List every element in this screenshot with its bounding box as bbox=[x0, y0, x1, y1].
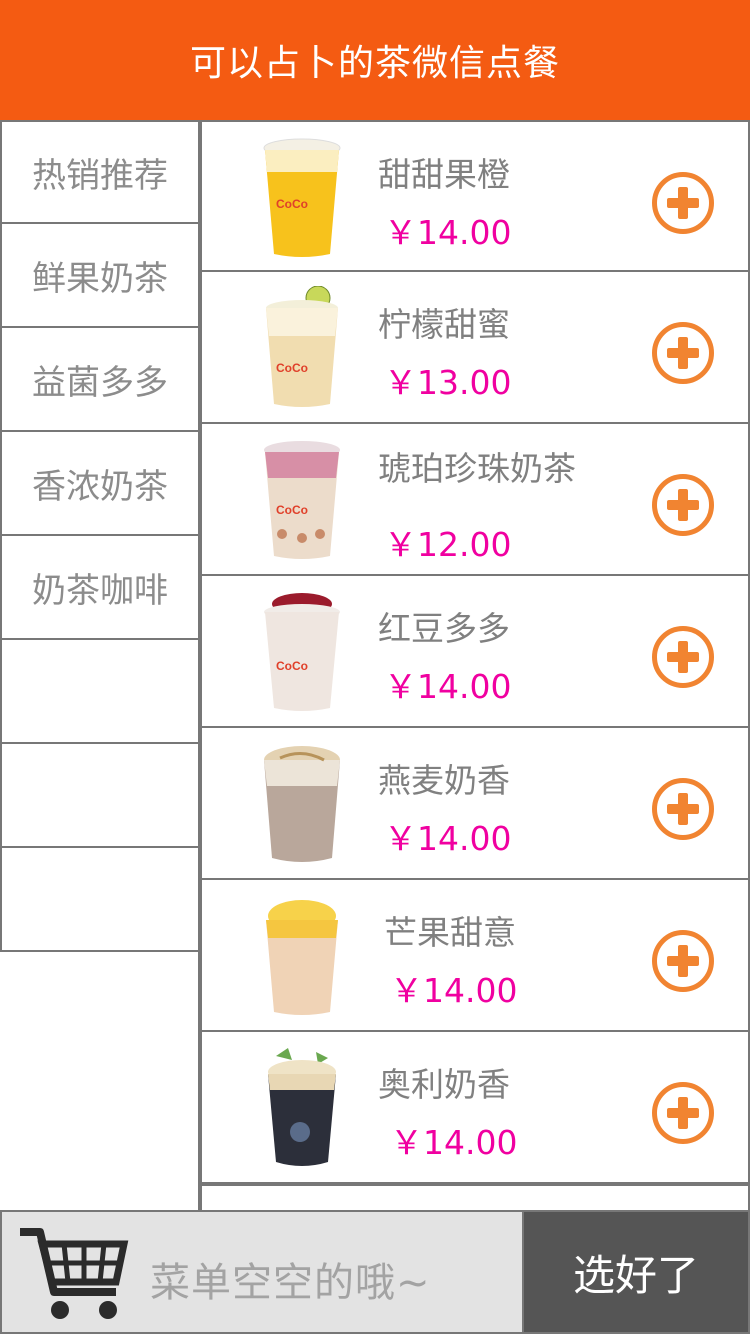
sidebar-item-label: 鲜果奶茶 bbox=[32, 258, 168, 299]
product-name: 琥珀珍珠奶茶 bbox=[378, 449, 576, 488]
svg-text:CoCo: CoCo bbox=[276, 503, 308, 517]
add-to-cart-button[interactable] bbox=[652, 626, 714, 688]
sidebar-item-label: 香浓奶茶 bbox=[32, 466, 168, 507]
add-to-cart-button[interactable] bbox=[652, 1082, 714, 1144]
oreo-milk-tea-image bbox=[252, 1046, 352, 1170]
svg-text:CoCo: CoCo bbox=[276, 659, 308, 673]
red-bean-drink-image: CoCo bbox=[252, 590, 352, 714]
plus-icon bbox=[667, 187, 699, 219]
sidebar-item-empty[interactable] bbox=[0, 640, 200, 744]
plus-icon bbox=[667, 337, 699, 369]
bottom-bar: 菜单空空的哦~ 选好了 bbox=[0, 1210, 750, 1334]
app-header: 可以占卜的茶微信点餐 bbox=[0, 0, 750, 120]
list-item: CoCo 红豆多多 ￥14.00 bbox=[200, 576, 750, 728]
sidebar-item-empty[interactable] bbox=[0, 848, 200, 952]
plus-icon bbox=[667, 945, 699, 977]
svg-text:CoCo: CoCo bbox=[276, 197, 308, 211]
product-list[interactable]: CoCo 甜甜果橙 ￥14.00 CoCo 柠檬甜蜜 ￥13.00 CoCo 琥… bbox=[200, 120, 750, 1210]
cart-icon bbox=[20, 1228, 129, 1319]
page-title: 可以占卜的茶微信点餐 bbox=[189, 43, 560, 84]
add-to-cart-button[interactable] bbox=[652, 778, 714, 840]
add-to-cart-button[interactable] bbox=[652, 474, 714, 536]
sidebar-item-yakult[interactable]: 益菌多多 bbox=[0, 328, 200, 432]
plus-icon bbox=[667, 793, 699, 825]
mango-drink-image bbox=[252, 894, 352, 1018]
svg-text:CoCo: CoCo bbox=[276, 361, 308, 375]
add-to-cart-button[interactable] bbox=[652, 322, 714, 384]
oat-milk-tea-image bbox=[252, 742, 352, 866]
product-price: ￥14.00 bbox=[384, 213, 512, 252]
list-item: CoCo 琥珀珍珠奶茶 ￥12.00 bbox=[200, 424, 750, 576]
plus-icon bbox=[667, 489, 699, 521]
plus-icon bbox=[667, 641, 699, 673]
product-name: 柠檬甜蜜 bbox=[378, 305, 510, 344]
category-sidebar: 热销推荐 鲜果奶茶 益菌多多 香浓奶茶 奶茶咖啡 bbox=[0, 120, 200, 952]
cart-empty-text: 菜单空空的哦~ bbox=[150, 1260, 431, 1306]
product-price: ￥14.00 bbox=[390, 971, 518, 1010]
lemon-drink-image: CoCo bbox=[252, 286, 352, 410]
product-price: ￥14.00 bbox=[390, 1123, 518, 1162]
product-name: 芒果甜意 bbox=[384, 913, 516, 952]
list-item: 奥利奶香 ￥14.00 bbox=[200, 1032, 750, 1184]
add-to-cart-button[interactable] bbox=[652, 172, 714, 234]
sidebar-item-fruit-milk-tea[interactable]: 鲜果奶茶 bbox=[0, 224, 200, 328]
sidebar-item-label: 热销推荐 bbox=[32, 155, 168, 196]
sidebar-item-label: 奶茶咖啡 bbox=[32, 570, 168, 611]
product-name: 燕麦奶香 bbox=[378, 761, 510, 800]
sidebar-item-empty[interactable] bbox=[0, 744, 200, 848]
sidebar-item-label: 益菌多多 bbox=[32, 362, 168, 403]
product-name: 甜甜果橙 bbox=[378, 155, 510, 194]
list-item: 燕麦奶香 ￥14.00 bbox=[200, 728, 750, 880]
product-name: 奥利奶香 bbox=[378, 1065, 510, 1104]
product-price: ￥14.00 bbox=[384, 819, 512, 858]
product-price: ￥13.00 bbox=[384, 363, 512, 402]
list-item: CoCo 甜甜果橙 ￥14.00 bbox=[200, 120, 750, 272]
cart-area[interactable]: 菜单空空的哦~ bbox=[0, 1210, 522, 1334]
plus-icon bbox=[667, 1097, 699, 1129]
add-to-cart-button[interactable] bbox=[652, 930, 714, 992]
product-name: 红豆多多 bbox=[378, 609, 510, 648]
sidebar-item-milk-tea-coffee[interactable]: 奶茶咖啡 bbox=[0, 536, 200, 640]
product-price: ￥12.00 bbox=[384, 525, 512, 564]
orange-drink-image: CoCo bbox=[252, 136, 352, 260]
product-price: ￥14.00 bbox=[384, 667, 512, 706]
done-button-label: 选好了 bbox=[572, 1250, 699, 1300]
list-next-item-edge bbox=[200, 1184, 750, 1210]
pearl-milk-tea-image: CoCo bbox=[252, 438, 352, 562]
sidebar-item-hot[interactable]: 热销推荐 bbox=[0, 120, 200, 224]
list-item: 芒果甜意 ￥14.00 bbox=[200, 880, 750, 1032]
sidebar-item-rich-milk-tea[interactable]: 香浓奶茶 bbox=[0, 432, 200, 536]
done-button[interactable]: 选好了 bbox=[522, 1210, 750, 1334]
list-item: CoCo 柠檬甜蜜 ￥13.00 bbox=[200, 272, 750, 424]
